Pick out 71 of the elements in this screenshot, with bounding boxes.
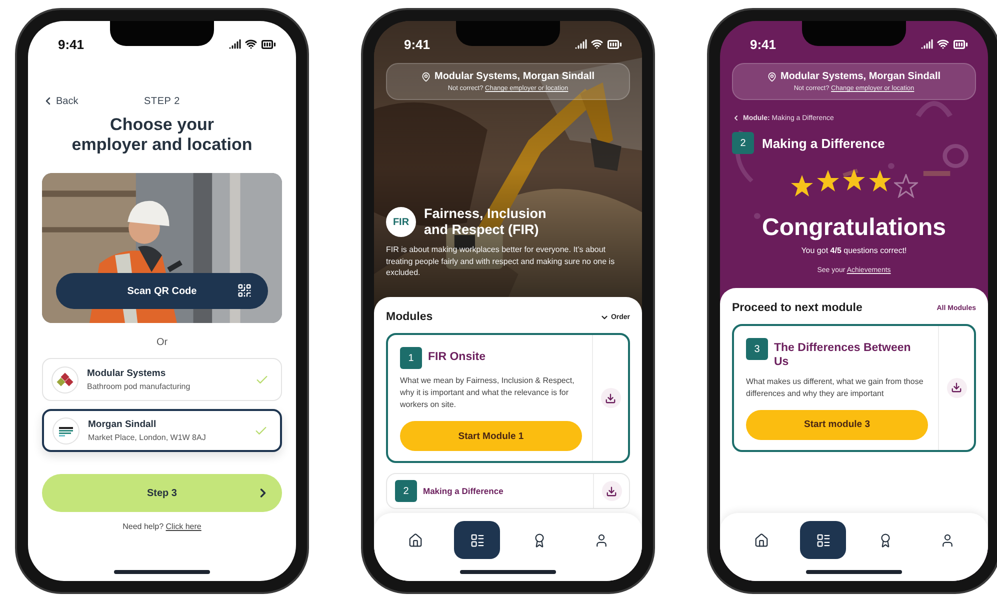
module-card[interactable]: 3 The Differences Between Us What makes us different, what we gain from those differences and why they are important Start module 3 <box>732 324 976 452</box>
employer-detail: Market Place, London, W1W 8AJ <box>88 433 207 442</box>
module-title: The Differences Between Us <box>774 341 912 370</box>
employer-detail: Bathroom pod manufacturing <box>87 382 192 391</box>
star-icon <box>790 174 814 198</box>
scan-qr-button[interactable]: Scan QR Code <box>56 273 268 309</box>
location-pin-icon <box>767 72 778 82</box>
download-icon <box>606 486 617 496</box>
employer-option[interactable]: Morgan Sindall Market Place, London, W1W 8AJ <box>42 409 282 452</box>
company-logo <box>51 366 79 394</box>
status-time: 9:41 <box>58 36 84 52</box>
download-icon <box>605 392 616 404</box>
step-label: STEP 2 <box>144 96 180 106</box>
download-icon <box>951 382 962 394</box>
employer-name: Morgan Sindall <box>88 419 158 430</box>
user-icon <box>940 532 954 548</box>
download-button[interactable] <box>946 378 966 398</box>
star-icon <box>868 169 892 193</box>
start-module-button[interactable]: Start module 3 <box>746 410 928 440</box>
module-description: What we mean by Fairness, Inclusion & Respect, why it is important and what the relevance is for workers on site. <box>400 375 576 411</box>
status-time: 9:41 <box>750 36 776 52</box>
congratulations-heading: Congratulations <box>761 214 947 242</box>
signal-icon <box>229 38 241 50</box>
status-time: 9:41 <box>404 36 430 52</box>
chevron-left-icon <box>732 114 740 122</box>
download-button[interactable] <box>602 481 622 501</box>
module-number: 2 <box>732 132 754 154</box>
course-title: Fairness, Inclusion and Respect (FIR) <box>424 206 548 238</box>
star-icon <box>894 174 918 198</box>
section-title: Modules <box>386 311 433 323</box>
list-icon <box>816 532 830 548</box>
module-number: 2 <box>395 480 417 502</box>
nav-tab[interactable] <box>454 521 500 559</box>
module-number: 1 <box>400 347 422 369</box>
home-icon <box>754 532 768 548</box>
location-name: Modular Systems, Morgan Sindall <box>780 71 941 82</box>
user-icon <box>594 532 608 548</box>
start-module-button[interactable]: Start Module 1 <box>400 421 582 451</box>
list-icon <box>470 532 484 548</box>
module-number: 3 <box>746 338 768 360</box>
wifi-icon <box>937 38 949 50</box>
employer-name: Modular Systems <box>87 368 167 379</box>
section-title: Proceed to next module <box>732 302 862 314</box>
module-card[interactable]: 2 Making a Difference <box>386 473 630 509</box>
star-icon <box>842 168 866 192</box>
module-description: What makes us different, what we gain from those differences and why they are important <box>746 376 924 400</box>
help-text: Need help? Click here <box>122 522 202 531</box>
module-card[interactable]: 1 FIR Onsite What we mean by Fairness, Inclusion & Respect, why it is important and what the relevance is for workers on site. Start Module 1 <box>386 333 630 463</box>
nav-tab[interactable] <box>800 521 846 559</box>
course-description: FIR is about making workplaces better for everyone. It’s about treating people fairly and with respect and making sure no one is excluded. <box>386 244 616 279</box>
module-title: Making a Difference <box>762 136 885 150</box>
qr-code-icon <box>237 283 252 298</box>
location-pin-icon <box>421 72 432 82</box>
back-button[interactable]: Back <box>42 95 78 107</box>
wifi-icon <box>245 38 257 50</box>
module-title: Making a Difference <box>423 485 504 496</box>
company-logo <box>52 416 80 444</box>
star-icon <box>816 169 840 193</box>
wifi-icon <box>591 38 603 50</box>
employer-option[interactable]: Modular Systems Bathroom pod manufacturing <box>42 358 282 401</box>
home-icon <box>408 532 422 548</box>
module-title: FIR Onsite <box>428 350 486 365</box>
or-label: Or <box>155 337 169 348</box>
location-name: Modular Systems, Morgan Sindall <box>434 71 595 82</box>
download-button[interactable] <box>600 388 620 408</box>
signal-icon <box>921 38 933 50</box>
page-title: Choose your employer and location <box>70 115 254 155</box>
help-link[interactable]: Click here <box>166 522 202 531</box>
next-step-button[interactable]: Step 3 <box>42 474 282 512</box>
signal-icon <box>575 38 587 50</box>
score-text: You got 4/5 questions correct! <box>800 246 908 255</box>
